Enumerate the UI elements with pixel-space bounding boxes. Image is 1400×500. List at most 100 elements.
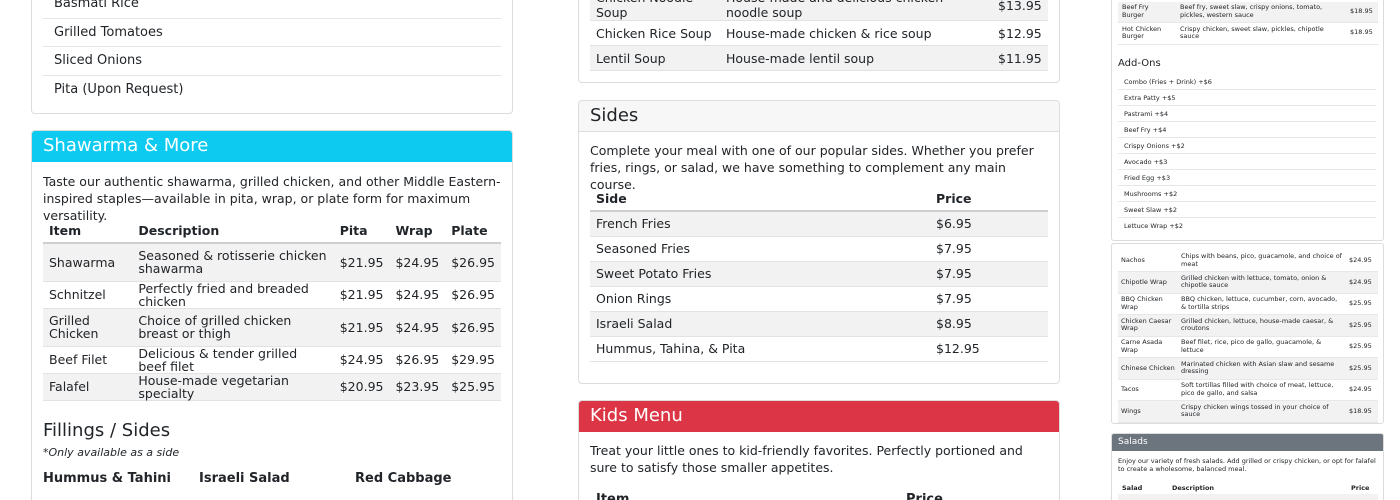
- cell-name: Tacos: [1118, 379, 1178, 401]
- table-row: Chipotle Wrap Grilled chicken with lettuc…: [1118, 271, 1378, 294]
- list-item: Mushrooms +$2: [1118, 186, 1376, 202]
- list-item: Beef Fry +$4: [1118, 122, 1376, 138]
- cell-price: $12.95: [930, 336, 1048, 362]
- col-header-item: Item: [596, 492, 630, 500]
- wraps-table: Nachos Chips with beans, pico, guacamole,…: [1118, 250, 1378, 423]
- addons-title: Add-Ons: [1118, 58, 1161, 69]
- table-row: Tacos Soft tortillas filled with choice o…: [1118, 379, 1378, 401]
- cell-price: $7.95: [930, 236, 1048, 262]
- table-row: Falafel House-made vegetarian specialty …: [43, 373, 501, 401]
- col-header-item: Item: [43, 219, 133, 244]
- cell-price: $13.95: [992, 0, 1048, 21]
- table-row: Schnitzel Perfectly fried and breaded ch…: [43, 281, 501, 309]
- cell-desc: Crispy chicken, sweet slaw, pickles, chi…: [1176, 22, 1346, 45]
- cell-price: $24.95: [1346, 379, 1378, 401]
- sides-table: Side Price French Fries $6.95 Seasoned Fr…: [590, 187, 1048, 362]
- table-row: Grilled Chicken Choice of grilled chicke…: [43, 308, 501, 347]
- cell-wrap: $23.95: [389, 373, 446, 401]
- cell-desc: Crispy chicken wings tossed in your choi…: [1178, 400, 1346, 423]
- table-row: Carne Asada Wrap Beef filet, rice, pico d…: [1118, 336, 1378, 358]
- shawarma-card: Shawarma & More Taste our authentic shaw…: [31, 130, 513, 500]
- cell-plate: $26.95: [445, 308, 501, 347]
- table-row: BBQ Chicken Wrap BBQ chicken, lettuce, cu…: [1118, 293, 1378, 315]
- cell-desc: Seasoned & rotisserie chicken shawarma: [132, 243, 334, 282]
- cell-pita: $21.95: [333, 281, 390, 309]
- col-header-description: Description: [132, 219, 334, 244]
- sides-intro: Complete your meal with one of our popul…: [590, 143, 1034, 192]
- shawarma-card-title: Shawarma & More: [32, 131, 512, 162]
- cell-price: $12.95: [992, 20, 1048, 46]
- list-item: Pita (Upon Request): [54, 81, 184, 97]
- cell-desc: Chips with beans, pico, guacamole, and c…: [1178, 250, 1346, 272]
- list-item: Grilled Tomatoes: [43, 19, 501, 47]
- cell-pita: $20.95: [333, 373, 390, 401]
- cell-price: $8.95: [930, 311, 1048, 337]
- cell-name: Onion Rings: [590, 286, 930, 312]
- kids-menu-card: Kids Menu Treat your little ones to kid-…: [578, 400, 1060, 500]
- list-item: Sliced Onions: [43, 47, 501, 76]
- col-header-price: Price: [930, 187, 1048, 212]
- cell-name: Hummus, Tahina, & Pita: [590, 336, 930, 362]
- cell-name: Chipotle Wrap: [1118, 271, 1178, 294]
- sides-card-title: Sides: [579, 101, 1059, 132]
- list-item: Basmati Rice: [43, 0, 501, 19]
- cell-name: Seasoned Fries: [590, 236, 930, 262]
- fillings-col-red-cabbage: Red Cabbage: [355, 471, 452, 486]
- cell-desc: House-made lentil soup: [720, 45, 992, 71]
- cell-name: Chicken Caesar Wrap: [1118, 314, 1178, 337]
- cell-desc: Choice of grilled chicken breast or thig…: [132, 308, 334, 347]
- list-item: Pastrami +$4: [1118, 106, 1376, 122]
- cell-price: $18.95: [1346, 22, 1378, 45]
- cell-plate: $26.95: [445, 281, 501, 309]
- cell-desc: Beef fry, sweet slaw, crispy onions, tom…: [1176, 2, 1346, 23]
- cell-name: Israeli Salad: [590, 311, 930, 337]
- table-row: Hummus, Tahina, & Pita $12.95: [590, 336, 1048, 362]
- col-header-price: Price: [906, 492, 943, 500]
- cell-plate: $29.95: [445, 346, 501, 374]
- cell-wrap: $26.95: [389, 346, 446, 374]
- cell-desc: BBQ chicken, lettuce, cucumber, corn, av…: [1178, 293, 1346, 315]
- cell-desc: Beef filet, rice, pico de gallo, guacamo…: [1178, 336, 1346, 358]
- sides-card: Sides Complete your meal with one of our…: [578, 100, 1060, 384]
- cell-item: Falafel: [43, 373, 133, 401]
- cell-name: Sweet Potato Fries: [590, 261, 930, 287]
- table-row: Shawarma Seasoned & rotisserie chicken s…: [43, 243, 501, 282]
- cell-desc: Grilled chicken, lettuce, house-made cae…: [1178, 314, 1346, 337]
- shawarma-intro: Taste our authentic shawarma, grilled ch…: [43, 174, 501, 223]
- table-row: Chicken Noodle Soup House-made and delic…: [590, 0, 1048, 21]
- table-row: Chicken Rice Soup House-made chicken & r…: [590, 20, 1048, 46]
- fillings-list-card: Basmati Rice Grilled Tomatoes Sliced Oni…: [31, 0, 513, 114]
- col-header-plate: Plate: [445, 219, 501, 244]
- cell-name: Lentil Soup: [590, 45, 720, 71]
- list-item: Crispy Onions +$2: [1118, 138, 1376, 154]
- table-row: Nachos Chips with beans, pico, guacamole,…: [1118, 250, 1378, 272]
- list-item: Avocado +$3: [1118, 154, 1376, 170]
- cell-price: $25.95: [1346, 314, 1378, 337]
- table-row: Sweet Potato Fries $7.95: [590, 261, 1048, 287]
- cell-wrap: $24.95: [389, 308, 446, 347]
- cell-name: Wings: [1118, 400, 1178, 423]
- salads-title: Salads: [1112, 434, 1383, 451]
- table-row: Beef Fry Burger Beef fry, sweet slaw, cr…: [1118, 2, 1378, 23]
- cell-name: BBQ Chicken Wrap: [1118, 293, 1178, 315]
- cell-name: Nachos: [1118, 250, 1178, 272]
- cell-item: Schnitzel: [43, 281, 133, 309]
- table-row: Chinese Chicken Marinated chicken with As…: [1118, 357, 1378, 380]
- col-header-price: Price: [1351, 484, 1370, 492]
- list-item: Extra Patty +$5: [1118, 90, 1376, 106]
- cell-name: Beef Fry Burger: [1118, 2, 1176, 23]
- cell-desc: Marinated chicken with Asian slaw and se…: [1178, 357, 1346, 380]
- cell-name: French Fries: [590, 211, 930, 237]
- fillings-note: *Only available as a side: [43, 446, 180, 459]
- list-item: Fried Egg +$3: [1118, 170, 1376, 186]
- cell-price: $24.95: [1346, 271, 1378, 294]
- table-row: Israeli Salad $8.95: [590, 311, 1048, 337]
- cell-name: Chinese Chicken: [1118, 357, 1178, 380]
- cell-desc: House-made vegetarian specialty: [132, 373, 334, 401]
- fillings-col-israeli-salad: Israeli Salad: [199, 471, 290, 486]
- cell-item: Beef Filet: [43, 346, 133, 374]
- cell-pita: $21.95: [333, 308, 390, 347]
- shawarma-table: Item Description Pita Wrap Plate Shawarm…: [43, 219, 501, 401]
- cell-name: Carne Asada Wrap: [1118, 336, 1178, 358]
- fillings-title: Fillings / Sides: [43, 420, 171, 441]
